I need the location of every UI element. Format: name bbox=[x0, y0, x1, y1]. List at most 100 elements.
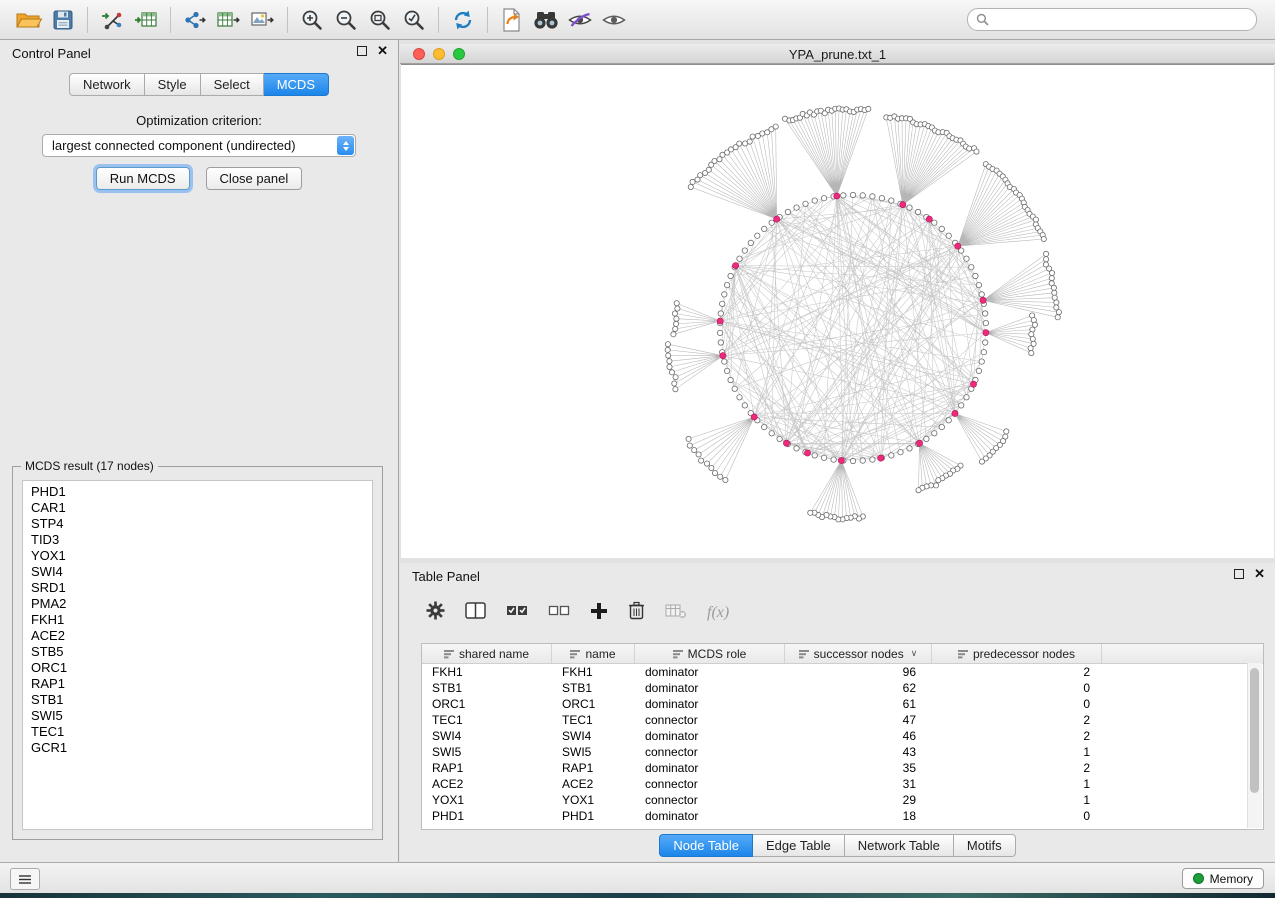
column-header-successor-nodes[interactable]: successor nodes∨ bbox=[785, 644, 932, 663]
table-cell: RAP1 bbox=[552, 761, 635, 775]
criterion-select-value: largest connected component (undirected) bbox=[43, 138, 337, 153]
mcds-result-item[interactable]: RAP1 bbox=[23, 676, 372, 692]
table-panel-header: Table Panel ✕ bbox=[400, 563, 1275, 589]
node-table[interactable]: shared namenameMCDS rolesuccessor nodes∨… bbox=[421, 643, 1264, 830]
table-row[interactable]: ACE2ACE2connector311 bbox=[422, 776, 1263, 792]
split-column-icon[interactable] bbox=[465, 602, 486, 624]
delete-row-icon[interactable] bbox=[628, 601, 645, 625]
table-cell: SWI5 bbox=[552, 745, 635, 759]
table-cell: 43 bbox=[785, 745, 932, 759]
float-panel-icon[interactable] bbox=[357, 46, 367, 56]
mcds-result-item[interactable]: PMA2 bbox=[23, 596, 372, 612]
select-all-icon[interactable] bbox=[506, 603, 528, 623]
float-table-panel-icon[interactable] bbox=[1234, 569, 1244, 579]
zoom-selected-icon[interactable] bbox=[397, 5, 431, 35]
mcds-result-item[interactable]: GCR1 bbox=[23, 740, 372, 756]
table-cell: 47 bbox=[785, 713, 932, 727]
import-network-file-icon[interactable] bbox=[95, 5, 129, 35]
close-panel-button[interactable]: Close panel bbox=[206, 167, 303, 190]
add-row-icon[interactable] bbox=[590, 602, 608, 625]
deselect-all-icon[interactable] bbox=[548, 603, 570, 623]
zoom-fit-icon[interactable] bbox=[363, 5, 397, 35]
close-table-panel-icon[interactable]: ✕ bbox=[1254, 568, 1265, 580]
table-cell: dominator bbox=[635, 729, 785, 743]
status-list-button[interactable] bbox=[10, 868, 40, 890]
mcds-result-item[interactable]: ORC1 bbox=[23, 660, 372, 676]
mcds-result-item[interactable]: ACE2 bbox=[23, 628, 372, 644]
tab-style[interactable]: Style bbox=[145, 73, 201, 96]
tab-mcds[interactable]: MCDS bbox=[264, 73, 329, 96]
zoom-out-icon[interactable] bbox=[329, 5, 363, 35]
table-row[interactable]: TEC1TEC1connector472 bbox=[422, 712, 1263, 728]
table-cell: 1 bbox=[932, 745, 1102, 759]
column-header-name[interactable]: name bbox=[552, 644, 635, 663]
open-folder-icon[interactable] bbox=[12, 5, 46, 35]
search-input[interactable] bbox=[989, 12, 1248, 28]
table-scrollbar[interactable] bbox=[1247, 663, 1262, 828]
mcds-result-item[interactable]: YOX1 bbox=[23, 548, 372, 564]
search-field[interactable] bbox=[967, 8, 1257, 31]
mcds-result-item[interactable]: TEC1 bbox=[23, 724, 372, 740]
table-row[interactable]: SWI5SWI5connector431 bbox=[422, 744, 1263, 760]
table-cell: 61 bbox=[785, 697, 932, 711]
table-cell: dominator bbox=[635, 809, 785, 823]
tab-network-table[interactable]: Network Table bbox=[845, 834, 954, 857]
import-table-file-icon[interactable] bbox=[129, 5, 163, 35]
status-bar: Memory bbox=[0, 862, 1275, 893]
tab-motifs[interactable]: Motifs bbox=[954, 834, 1016, 857]
table-toolbar: f(x) bbox=[400, 587, 1275, 639]
table-cell: 0 bbox=[932, 681, 1102, 695]
mcds-result-item[interactable]: SWI5 bbox=[23, 708, 372, 724]
table-row[interactable]: PHD1PHD1dominator180 bbox=[422, 808, 1263, 824]
table-row[interactable]: SWI4SWI4dominator462 bbox=[422, 728, 1263, 744]
table-cell: 0 bbox=[932, 697, 1102, 711]
network-window-titlebar[interactable]: YPA_prune.txt_1 bbox=[400, 44, 1275, 64]
table-row[interactable]: STB1STB1dominator620 bbox=[422, 680, 1263, 696]
table-row[interactable]: RAP1RAP1dominator352 bbox=[422, 760, 1263, 776]
export-image-icon[interactable] bbox=[246, 5, 280, 35]
optimization-criterion-label: Optimization criterion: bbox=[0, 113, 398, 128]
hide-details-icon[interactable] bbox=[563, 5, 597, 35]
mcds-result-item[interactable]: FKH1 bbox=[23, 612, 372, 628]
column-header-predecessor-nodes[interactable]: predecessor nodes bbox=[932, 644, 1102, 663]
criterion-select[interactable]: largest connected component (undirected) bbox=[42, 134, 356, 157]
run-mcds-button[interactable]: Run MCDS bbox=[96, 167, 190, 190]
search-binoculars-icon[interactable] bbox=[529, 5, 563, 35]
table-row[interactable]: FKH1FKH1dominator962 bbox=[422, 664, 1263, 680]
column-header-MCDS-role[interactable]: MCDS role bbox=[635, 644, 785, 663]
tab-select[interactable]: Select bbox=[201, 73, 264, 96]
table-cell: RAP1 bbox=[422, 761, 552, 775]
save-icon[interactable] bbox=[46, 5, 80, 35]
table-cell: 18 bbox=[785, 809, 932, 823]
table-scrollbar-thumb[interactable] bbox=[1250, 668, 1259, 793]
tab-node-table[interactable]: Node Table bbox=[659, 834, 753, 857]
refresh-icon[interactable] bbox=[446, 5, 480, 35]
memory-button[interactable]: Memory bbox=[1182, 868, 1264, 889]
zoom-in-icon[interactable] bbox=[295, 5, 329, 35]
table-row[interactable]: ORC1ORC1dominator610 bbox=[422, 696, 1263, 712]
tab-edge-table[interactable]: Edge Table bbox=[753, 834, 845, 857]
mcds-result-item[interactable]: CAR1 bbox=[23, 500, 372, 516]
column-header-shared-name[interactable]: shared name bbox=[422, 644, 552, 663]
table-row[interactable]: YOX1YOX1connector291 bbox=[422, 792, 1263, 808]
mcds-result-item[interactable]: STP4 bbox=[23, 516, 372, 532]
close-panel-icon[interactable]: ✕ bbox=[377, 45, 388, 57]
mcds-result-list[interactable]: PHD1CAR1STP4TID3YOX1SWI4SRD1PMA2FKH1ACE2… bbox=[22, 480, 373, 830]
settings-gear-icon[interactable] bbox=[426, 601, 445, 625]
share-document-icon[interactable] bbox=[495, 5, 529, 35]
tab-network[interactable]: Network bbox=[69, 73, 145, 96]
mcds-result-item[interactable]: STB1 bbox=[23, 692, 372, 708]
application-window: Control Panel ✕ NetworkStyleSelectMCDS O… bbox=[0, 0, 1275, 898]
mcds-result-item[interactable]: STB5 bbox=[23, 644, 372, 660]
export-table-icon[interactable] bbox=[212, 5, 246, 35]
show-details-icon[interactable] bbox=[597, 5, 631, 35]
export-network-icon[interactable] bbox=[178, 5, 212, 35]
toolbar-separator bbox=[87, 7, 88, 33]
mcds-result-item[interactable]: SRD1 bbox=[23, 580, 372, 596]
mcds-result-item[interactable]: SWI4 bbox=[23, 564, 372, 580]
search-icon bbox=[976, 13, 989, 26]
mcds-result-item[interactable]: TID3 bbox=[23, 532, 372, 548]
mcds-result-item[interactable]: PHD1 bbox=[23, 484, 372, 500]
network-window-title: YPA_prune.txt_1 bbox=[400, 47, 1275, 62]
network-view-canvas[interactable] bbox=[401, 64, 1274, 558]
